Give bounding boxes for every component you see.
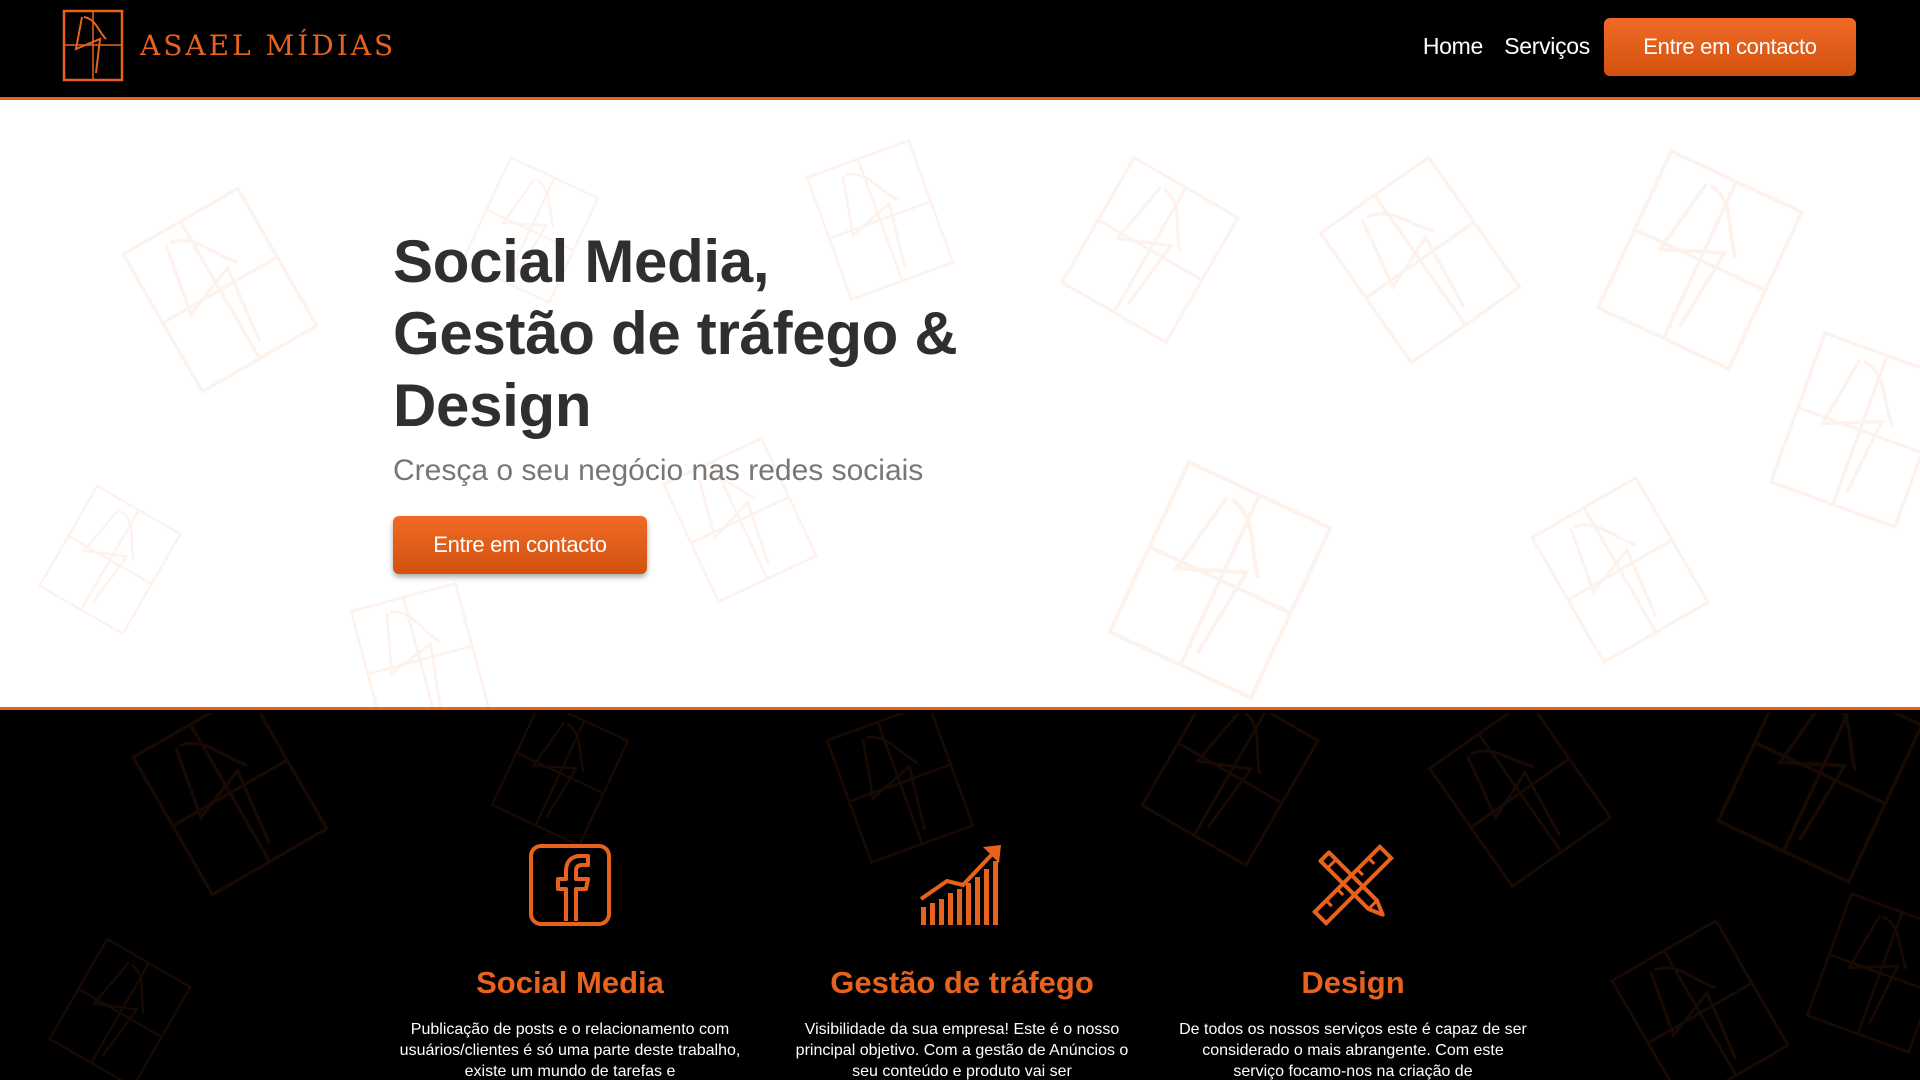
services-section: Social Media Publicação de posts e o rel… xyxy=(0,713,1920,1080)
watermark-logo xyxy=(1768,330,1920,530)
nav-link-servicos[interactable]: Serviços xyxy=(1504,33,1590,60)
watermark-logo xyxy=(1107,459,1333,701)
logo-watermark-pattern xyxy=(37,138,1920,707)
watermark-logo xyxy=(1805,891,1920,1055)
watermark-logo xyxy=(37,484,183,636)
service-title: Gestão de tráfego xyxy=(830,965,1094,1000)
pencil-ruler-icon xyxy=(1311,843,1395,927)
watermark-logo xyxy=(1609,918,1791,1080)
hero-section: Social Media, Gestão de tráfego & Design… xyxy=(0,100,1920,710)
watermark-logo xyxy=(1595,148,1805,372)
watermark-logo xyxy=(349,581,491,707)
service-title: Social Media xyxy=(476,965,664,1000)
brand-logo[interactable]: ASAEL MÍDIAS xyxy=(62,9,396,82)
hero-content: Social Media, Gestão de tráfego & Design… xyxy=(393,226,958,574)
service-description: De todos os nossos serviços este é capaz… xyxy=(1179,1021,1527,1080)
hero-title-line: Gestão de tráfego & xyxy=(393,300,958,367)
hero-contact-button[interactable]: Entre em contacto xyxy=(393,516,647,574)
watermark-logo xyxy=(825,713,975,865)
watermark-logo xyxy=(1529,475,1711,665)
logo-mark-icon xyxy=(62,9,124,82)
service-description: Visibilidade da sua empresa! Este é o no… xyxy=(795,1021,1129,1080)
hero-title: Social Media, Gestão de tráfego & Design xyxy=(393,226,958,442)
watermark-logo xyxy=(47,937,193,1080)
nav-link-home[interactable]: Home xyxy=(1423,33,1483,60)
hero-title-line: Social Media, xyxy=(393,228,770,295)
watermark-logo xyxy=(1059,155,1241,345)
brand-name: ASAEL MÍDIAS xyxy=(140,29,397,62)
watermark-logo xyxy=(1715,713,1920,885)
service-social-media: Social Media Publicação de posts e o rel… xyxy=(380,843,760,1080)
hero-title-line: Design xyxy=(393,372,592,439)
hero-subtitle: Cresça o seu negócio nas redes sociais xyxy=(393,454,924,487)
service-gestao-trafego: Gestão de tráfego Visibilidade da sua em… xyxy=(772,843,1152,1080)
service-title: Design xyxy=(1301,965,1405,1000)
growth-chart-icon xyxy=(919,845,1001,925)
facebook-icon xyxy=(529,844,611,926)
service-design: Design De todos os nossos serviços este … xyxy=(1163,843,1543,1080)
watermark-logo xyxy=(490,713,630,848)
service-description: Publicação de posts e o relacionamento c… xyxy=(399,1021,741,1080)
watermark-logo xyxy=(130,713,330,897)
nav-contact-button[interactable]: Entre em contacto xyxy=(1604,18,1856,76)
watermark-logo xyxy=(1318,154,1522,366)
watermark-logo xyxy=(120,186,320,394)
navbar: ASAEL MÍDIAS Home Serviços Entre em cont… xyxy=(0,0,1920,100)
